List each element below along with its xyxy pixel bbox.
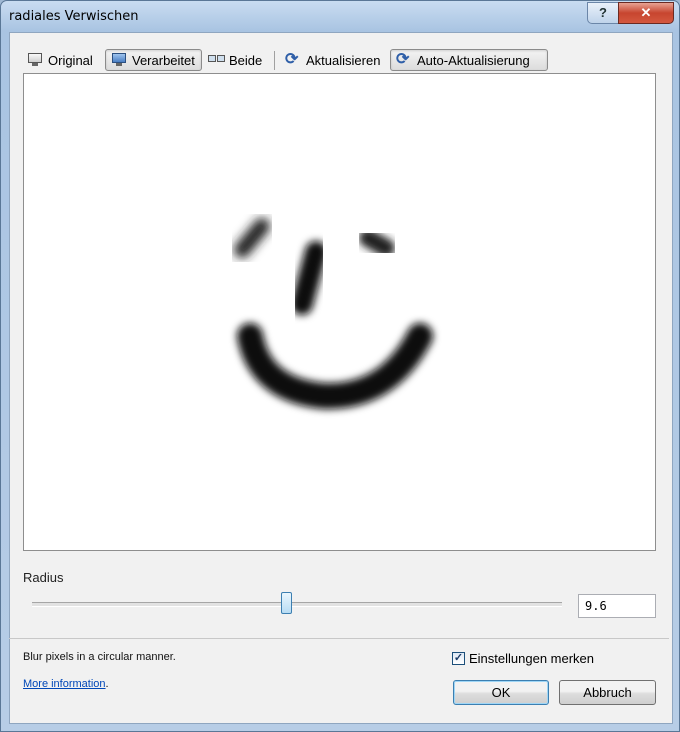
original-view-button[interactable]: Original <box>22 49 98 71</box>
image-preview <box>23 73 656 551</box>
both-view-button[interactable]: Beide <box>203 49 267 71</box>
effect-description: Blur pixels in a circular manner. <box>23 651 176 663</box>
smiley-left-eye <box>234 218 270 258</box>
help-button[interactable]: ? <box>587 2 619 24</box>
title-bar[interactable]: radiales Verwischen ? ✕ <box>1 1 679 33</box>
radius-slider-track[interactable] <box>32 602 562 607</box>
monitor-blue-icon <box>111 53 127 67</box>
window-title: radiales Verwischen <box>9 9 139 24</box>
footer-divider <box>9 638 669 639</box>
cancel-button[interactable]: Abbruch <box>559 680 656 705</box>
original-view-label: Original <box>48 52 93 68</box>
auto-refresh-icon: ⟳ <box>396 51 410 68</box>
close-button[interactable]: ✕ <box>618 2 674 24</box>
radius-slider-thumb[interactable] <box>280 592 292 614</box>
processed-view-button[interactable]: Verarbeitet <box>105 49 202 71</box>
remember-settings-label: Einstellungen merken <box>469 651 595 666</box>
monitor-icon <box>27 53 43 67</box>
blurred-smiley-image <box>234 218 433 410</box>
smiley-right-eye <box>359 229 395 257</box>
refresh-button[interactable]: ⟳ Aktualisieren <box>280 49 385 71</box>
more-information-period: . <box>105 678 109 690</box>
refresh-label: Aktualisieren <box>306 52 381 68</box>
refresh-icon: ⟳ <box>285 51 299 68</box>
toolbar-separator <box>274 51 275 70</box>
both-view-label: Beide <box>229 52 263 68</box>
processed-view-label: Verarbeitet <box>132 52 195 68</box>
dual-monitor-icon <box>208 53 225 67</box>
more-information-link[interactable]: More information. <box>23 678 109 690</box>
radius-label: Radius <box>23 570 64 585</box>
more-information-label[interactable]: More information <box>23 678 106 690</box>
radius-value-input[interactable] <box>578 594 656 618</box>
ok-button[interactable]: OK <box>453 680 549 705</box>
smiley-mouth <box>237 323 433 410</box>
remember-settings-checkbox[interactable]: ✓ Einstellungen merken <box>452 651 594 666</box>
smiley-nose <box>291 241 327 315</box>
auto-refresh-button[interactable]: ⟳ Auto-Aktualisierung <box>390 49 548 71</box>
checkbox-check-icon[interactable]: ✓ <box>452 652 465 665</box>
auto-refresh-label: Auto-Aktualisierung <box>417 52 530 68</box>
